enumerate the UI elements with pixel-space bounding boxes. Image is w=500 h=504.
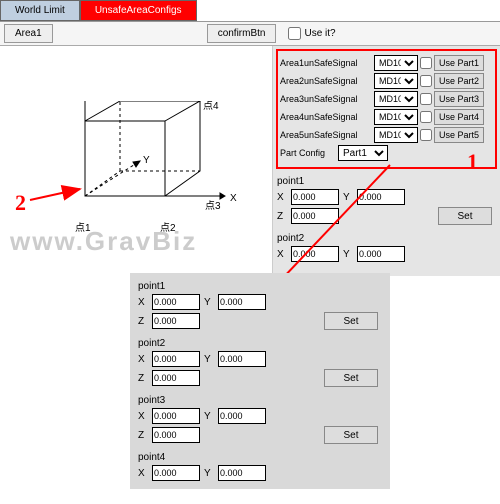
lp2-title: point2 <box>138 338 382 349</box>
tab-unsafe-area-configs[interactable]: UnsafeAreaConfigs <box>80 0 197 21</box>
sig1-label: Area1unSafeSignal <box>280 58 372 68</box>
lp1y-input[interactable] <box>218 294 266 310</box>
sig4-select[interactable]: MD10 <box>374 109 418 125</box>
sig4-label: Area4unSafeSignal <box>280 112 372 122</box>
sig3-label: Area3unSafeSignal <box>280 94 372 104</box>
right-panel: Area1unSafeSignalMD10Use Part1 Area2unSa… <box>273 46 500 276</box>
annotation-2: 2 <box>15 190 26 216</box>
lp3y-input[interactable] <box>218 408 266 424</box>
point2-title: point2 <box>277 233 496 244</box>
svg-text:点3: 点3 <box>205 200 221 212</box>
lp1z-input[interactable] <box>152 313 200 329</box>
lp3x-input[interactable] <box>152 408 200 424</box>
svg-text:点2: 点2 <box>160 222 176 234</box>
lp3z-input[interactable] <box>152 427 200 443</box>
p1y-input[interactable] <box>357 189 405 205</box>
sig2-check[interactable] <box>420 75 432 87</box>
toolbar: Area1 confirmBtn Use it? <box>0 22 500 46</box>
sig1-check[interactable] <box>420 57 432 69</box>
svg-text:点4: 点4 <box>203 101 219 112</box>
tab-world-limit[interactable]: World Limit <box>0 0 80 21</box>
p1x-input[interactable] <box>291 189 339 205</box>
lp2y-input[interactable] <box>218 351 266 367</box>
sig1-select[interactable]: MD10 <box>374 55 418 71</box>
use-part5-button[interactable]: Use Part5 <box>434 127 484 143</box>
lp1-title: point1 <box>138 281 382 292</box>
part-config-label: Part Config <box>280 148 338 158</box>
lp1-set-button[interactable]: Set <box>324 312 378 330</box>
part-config-select[interactable]: Part1 <box>338 145 388 161</box>
p2x-input[interactable] <box>291 246 339 262</box>
use-part1-button[interactable]: Use Part1 <box>434 55 484 71</box>
p2y-input[interactable] <box>357 246 405 262</box>
p2x-label: X <box>277 249 287 260</box>
lp4x-input[interactable] <box>152 465 200 481</box>
cube-diagram: 点1 点2 点3 点4 X Y Z <box>0 46 273 276</box>
sig5-label: Area5unSafeSignal <box>280 130 372 140</box>
lp4-title: point4 <box>138 452 382 463</box>
confirm-button[interactable]: confirmBtn <box>207 24 277 43</box>
p1x-label: X <box>277 192 287 203</box>
lp2x-input[interactable] <box>152 351 200 367</box>
p1z-label: Z <box>277 211 287 222</box>
use-it-checkbox[interactable] <box>288 27 301 40</box>
signal-config-box: Area1unSafeSignalMD10Use Part1 Area2unSa… <box>276 49 497 169</box>
sig3-select[interactable]: MD10 <box>374 91 418 107</box>
cube-svg: 点1 点2 点3 点4 X Y Z <box>55 101 245 261</box>
svg-text:X: X <box>230 193 237 204</box>
tab-bar: World Limit UnsafeAreaConfigs <box>0 0 500 22</box>
point2-group: point2 X Y <box>273 229 500 266</box>
sig5-check[interactable] <box>420 129 432 141</box>
sig2-select[interactable]: MD10 <box>374 73 418 89</box>
lp2z-input[interactable] <box>152 370 200 386</box>
svg-text:点1: 点1 <box>75 222 91 234</box>
p1y-label: Y <box>343 192 353 203</box>
p2y-label: Y <box>343 249 353 260</box>
p1z-input[interactable] <box>291 208 339 224</box>
use-part2-button[interactable]: Use Part2 <box>434 73 484 89</box>
annotation-1: 1 <box>467 149 478 175</box>
sig3-check[interactable] <box>420 93 432 105</box>
use-part4-button[interactable]: Use Part4 <box>434 109 484 125</box>
lp3-title: point3 <box>138 395 382 406</box>
main-area: 点1 点2 点3 点4 X Y Z Area1unSafeSignalMD10U… <box>0 46 500 276</box>
lp2-set-button[interactable]: Set <box>324 369 378 387</box>
svg-text:Y: Y <box>143 155 150 166</box>
point1-group: point1 X Y Z Set <box>273 172 500 229</box>
point1-title: point1 <box>277 176 496 187</box>
sig5-select[interactable]: MD10 <box>374 127 418 143</box>
use-it-label: Use it? <box>304 28 335 39</box>
lower-panel: point1 XY ZSet point2 XY ZSet point3 XY … <box>130 273 390 489</box>
lp4y-input[interactable] <box>218 465 266 481</box>
sig2-label: Area2unSafeSignal <box>280 76 372 86</box>
lp1x-input[interactable] <box>152 294 200 310</box>
p1-set-button[interactable]: Set <box>438 207 492 225</box>
use-part3-button[interactable]: Use Part3 <box>434 91 484 107</box>
sig4-check[interactable] <box>420 111 432 123</box>
area1-button[interactable]: Area1 <box>4 24 53 43</box>
lp3-set-button[interactable]: Set <box>324 426 378 444</box>
